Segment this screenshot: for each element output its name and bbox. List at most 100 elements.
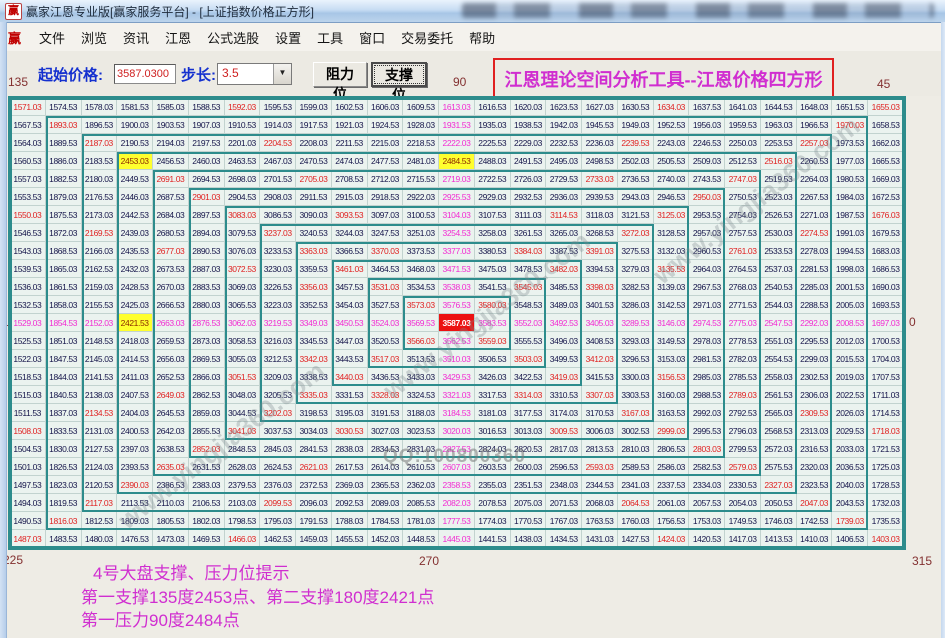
- price-cell: 3261.53: [511, 224, 547, 242]
- price-cell: 3023.53: [403, 422, 439, 440]
- menu-item-news[interactable]: 资讯: [115, 25, 157, 50]
- price-cell: 1651.53: [832, 98, 868, 116]
- price-cell: 3233.53: [260, 242, 296, 260]
- price-cell: 1480.03: [82, 530, 118, 548]
- price-cell: 2134.53: [82, 404, 118, 422]
- menu-item-tools[interactable]: 工具: [309, 25, 351, 50]
- price-cell: 3461.03: [332, 260, 368, 278]
- price-cell: 2330.53: [725, 476, 761, 494]
- price-cell: 3370.03: [368, 242, 404, 260]
- price-cell: 2967.53: [689, 278, 725, 296]
- price-cell: 2974.53: [689, 314, 725, 332]
- price-cell: 1592.03: [225, 98, 261, 116]
- price-cell: 3282.53: [618, 278, 654, 296]
- price-cell: 1844.03: [46, 368, 82, 386]
- price-cell: 2120.53: [82, 476, 118, 494]
- price-cell: 2558.03: [761, 368, 797, 386]
- start-price-input[interactable]: [114, 64, 176, 84]
- resistance-button[interactable]: 阻力位: [313, 62, 367, 87]
- price-cell: 2057.53: [689, 494, 725, 512]
- price-cell: 2229.03: [511, 134, 547, 152]
- price-cell: 1921.03: [332, 116, 368, 134]
- price-cell: 2792.53: [725, 404, 761, 422]
- price-cell: 2719.03: [439, 170, 475, 188]
- price-cell: 2568.53: [761, 422, 797, 440]
- price-cell: 2092.53: [332, 494, 368, 512]
- menu-item-gann[interactable]: 江恩: [157, 25, 199, 50]
- price-cell: 3492.53: [546, 314, 582, 332]
- price-cell: 2218.53: [403, 134, 439, 152]
- price-cell: 3394.53: [582, 260, 618, 278]
- price-cell: 2712.03: [368, 170, 404, 188]
- hint-line-title: 4号大盘支撑、压力位提示: [81, 562, 434, 586]
- price-cell: 3391.03: [582, 242, 618, 260]
- toolbar: 起始价格: 步长: 3.5 ▼ 阻力位 支撑位 江恩理论空间分析工具--江恩价格…: [0, 51, 945, 96]
- menu-item-settings[interactable]: 设置: [267, 25, 309, 50]
- price-cell: 3069.03: [225, 278, 261, 296]
- application-window: 赢 赢家江恩专业版[赢家服务平台] - [上证指数价格正方形] 赢 文件 浏览 …: [0, 0, 945, 638]
- price-cell: 2295.53: [797, 332, 833, 350]
- highlight-cell-180: 2421.53: [117, 314, 153, 332]
- price-cell: 2285.03: [797, 278, 833, 296]
- price-cell: 2838.03: [332, 440, 368, 458]
- price-cell: 3443.53: [332, 350, 368, 368]
- price-cell: 1833.53: [46, 422, 82, 440]
- price-cell: 3205.53: [260, 386, 296, 404]
- price-cell: 1812.53: [82, 512, 118, 530]
- price-cell: 3335.03: [296, 386, 332, 404]
- support-button[interactable]: 支撑位: [371, 62, 427, 87]
- menu-item-browse[interactable]: 浏览: [73, 25, 115, 50]
- price-cell: 3254.53: [439, 224, 475, 242]
- step-value: 3.5: [218, 64, 273, 84]
- dropdown-arrow-icon[interactable]: ▼: [273, 64, 291, 84]
- price-cell: 1858.03: [46, 296, 82, 314]
- price-cell: 2145.03: [82, 350, 118, 368]
- price-cell: 1697.03: [868, 314, 904, 332]
- menu-item-formula-stock-pick[interactable]: 公式选股: [199, 25, 267, 50]
- price-cell: 2232.53: [546, 134, 582, 152]
- menu-item-help[interactable]: 帮助: [461, 25, 503, 50]
- price-cell: 3104.03: [439, 206, 475, 224]
- price-cell: 1763.53: [582, 512, 618, 530]
- price-cell: 2526.53: [761, 206, 797, 224]
- menu-item-trade[interactable]: 交易委托: [393, 25, 461, 50]
- price-cell: 1872.03: [46, 224, 82, 242]
- price-cell: 3328.03: [368, 386, 404, 404]
- price-cell: 2365.53: [368, 476, 404, 494]
- price-cell: 2110.03: [153, 494, 189, 512]
- price-cell: 2054.03: [725, 494, 761, 512]
- price-cell: 3083.03: [225, 206, 261, 224]
- price-cell: 1879.03: [46, 188, 82, 206]
- price-cell: 1501.03: [10, 458, 46, 476]
- price-cell: 1602.53: [332, 98, 368, 116]
- price-cell: 3279.03: [618, 260, 654, 278]
- price-cell: 3342.03: [296, 350, 332, 368]
- price-cell: 2407.53: [117, 386, 153, 404]
- price-cell: 2467.03: [260, 152, 296, 170]
- step-select[interactable]: 3.5 ▼: [217, 63, 292, 85]
- price-cell: 1679.53: [868, 224, 904, 242]
- price-cell: 2628.03: [225, 458, 261, 476]
- menu-item-window[interactable]: 窗口: [351, 25, 393, 50]
- price-cell: 3139.03: [654, 278, 690, 296]
- menu-item-file[interactable]: 文件: [31, 25, 73, 50]
- price-cell: 2929.03: [475, 188, 511, 206]
- price-cell: 2953.53: [689, 206, 725, 224]
- price-cell: 2736.53: [618, 170, 654, 188]
- price-cell: 3044.53: [225, 404, 261, 422]
- price-cell: 1949.03: [618, 116, 654, 134]
- price-cell: 3426.03: [475, 368, 511, 386]
- price-cell: 2523.03: [761, 188, 797, 206]
- price-cell: 2743.53: [689, 170, 725, 188]
- price-cell: 1627.03: [582, 98, 618, 116]
- price-cell: 2040.03: [832, 476, 868, 494]
- price-cell: 3181.03: [475, 404, 511, 422]
- price-cell: 3149.53: [654, 332, 690, 350]
- price-cell: 2708.53: [332, 170, 368, 188]
- price-cell: 1809.03: [117, 512, 153, 530]
- price-cell: 1490.53: [10, 512, 46, 530]
- price-cell: 3433.03: [403, 368, 439, 386]
- price-cell: 3478.53: [511, 260, 547, 278]
- price-cell: 3503.03: [511, 350, 547, 368]
- price-cell: 2978.03: [689, 332, 725, 350]
